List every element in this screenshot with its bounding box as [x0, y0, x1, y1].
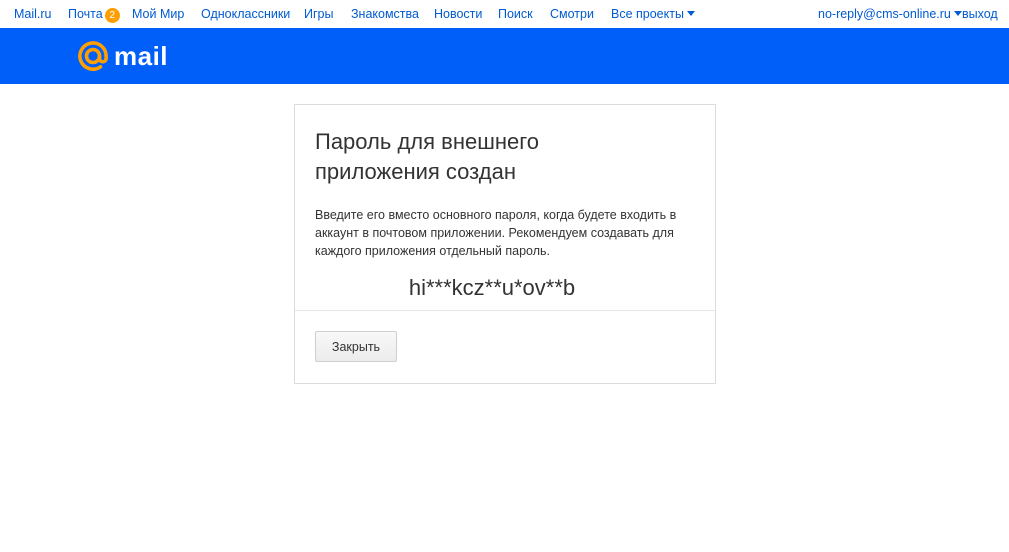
site-header: mail	[0, 28, 1009, 84]
top-navigation-bar: Mail.ru Почта 2 Мой Мир Одноклассники Игр…	[0, 0, 1009, 28]
nav-link-znakomstva[interactable]: Знакомства	[351, 7, 419, 21]
nav-link-smotri[interactable]: Смотри	[550, 7, 594, 21]
chevron-down-icon	[953, 11, 962, 16]
logo-wordmark: mail	[114, 41, 169, 71]
nav-link-pochta[interactable]: Почта 2	[68, 7, 120, 23]
all-projects-dropdown[interactable]: Все проекты	[611, 7, 695, 21]
nav-link-odnoklassniki[interactable]: Одноклассники	[201, 7, 290, 21]
close-button[interactable]: Закрыть	[315, 331, 397, 362]
user-account-dropdown[interactable]: no-reply@cms-online.ru	[818, 7, 962, 21]
dialog-description: Введите его вместо основного пароля, ког…	[315, 208, 677, 258]
chevron-down-icon	[686, 11, 695, 16]
nav-link-pochta-label: Почта	[68, 7, 103, 21]
nav-link-moi-mir[interactable]: Мой Мир	[132, 7, 184, 21]
nav-link-poisk[interactable]: Поиск	[498, 7, 533, 21]
nav-link-mailru[interactable]: Mail.ru	[14, 7, 52, 21]
unread-count-badge: 2	[104, 8, 120, 23]
generated-password[interactable]: hi***kcz**u*ov**b	[295, 273, 689, 303]
nav-link-igry[interactable]: Игры	[304, 7, 333, 21]
dialog-divider	[295, 310, 715, 311]
mail-logo[interactable]: mail	[77, 38, 168, 74]
app-password-dialog: Пароль для внешнего приложения создан Вв…	[294, 104, 716, 384]
nav-link-novosti[interactable]: Новости	[434, 7, 482, 21]
user-email: no-reply@cms-online.ru	[818, 7, 951, 21]
at-sign-icon	[78, 41, 108, 71]
dialog-title: Пароль для внешнего приложения создан	[315, 129, 540, 184]
logout-link[interactable]: выход	[962, 7, 998, 21]
all-projects-label: Все проекты	[611, 7, 684, 21]
